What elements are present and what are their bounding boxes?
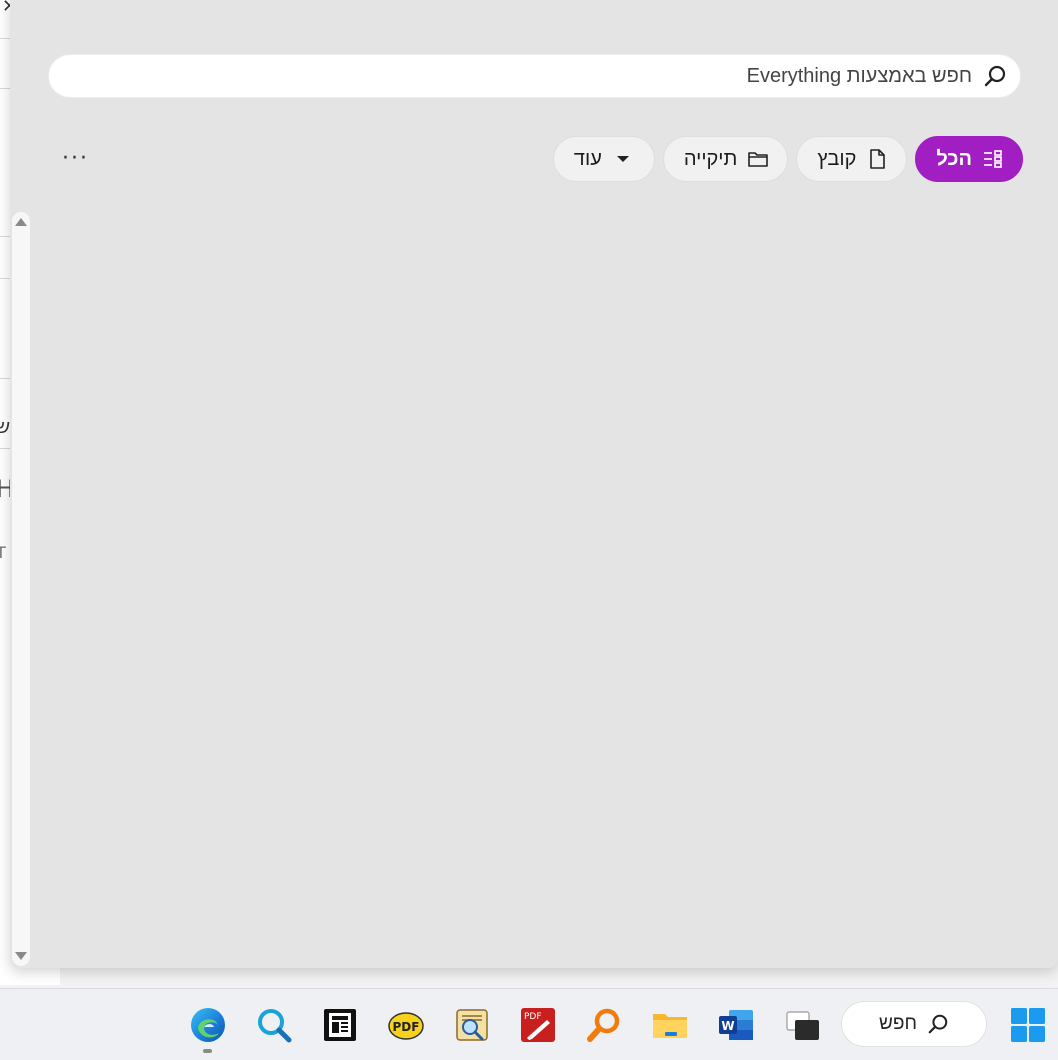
pdf-editor-icon[interactable]: PDF: [516, 1003, 560, 1047]
scroll-down-icon[interactable]: [15, 952, 27, 960]
folder-icon: [747, 148, 769, 170]
filter-file-label: קובץ: [817, 147, 857, 170]
filter-folder[interactable]: תיקייה: [662, 136, 789, 182]
taskbar-search-label: חפש: [879, 1013, 917, 1034]
word-icon[interactable]: W: [714, 1003, 758, 1047]
taskbar: PDF PDF W חפש: [0, 988, 1058, 1060]
filter-more-label: עוד: [573, 147, 602, 170]
filter-more-dropdown[interactable]: עוד: [552, 136, 655, 182]
magnifier-icon[interactable]: [582, 1003, 626, 1047]
file-explorer-icon[interactable]: [648, 1003, 692, 1047]
svg-text:PDF: PDF: [524, 1012, 542, 1022]
search-placeholder: חפש באמצעות Everything: [746, 64, 972, 87]
filter-folder-label: תיקייה: [683, 147, 738, 170]
task-view-icon[interactable]: [780, 1003, 824, 1047]
news-icon[interactable]: [318, 1003, 362, 1047]
edge-icon[interactable]: [186, 1003, 230, 1047]
more-options-button[interactable]: ···: [62, 146, 89, 171]
pdf-reader-icon[interactable]: PDF: [384, 1003, 428, 1047]
active-app-indicator: [203, 1049, 212, 1053]
search-icon: [982, 63, 1008, 89]
scroll-up-icon[interactable]: [15, 218, 27, 226]
search-icon: [927, 1013, 949, 1035]
list-icon: [982, 148, 1004, 170]
document-viewer-icon[interactable]: [450, 1003, 494, 1047]
background-text-fragment: ש: [0, 414, 11, 438]
filter-all[interactable]: הכל: [915, 136, 1023, 182]
filter-all-label: הכל: [936, 147, 972, 170]
svg-text:W: W: [721, 1019, 734, 1033]
svg-text:PDF: PDF: [393, 1020, 420, 1034]
search-flyout-panel: חפש באמצעות Everything הכל קובץ תיקייה ע…: [10, 0, 1058, 968]
caret-down-icon: [612, 148, 634, 170]
background-text-fragment: T: [0, 543, 6, 562]
search-input[interactable]: חפש באמצעות Everything: [48, 54, 1021, 98]
filter-chips: הכל קובץ תיקייה עוד: [552, 136, 1023, 182]
taskbar-search-button[interactable]: חפש: [841, 1001, 987, 1047]
results-scrollbar[interactable]: [12, 212, 30, 966]
filter-file[interactable]: קובץ: [796, 136, 908, 182]
search-app-icon[interactable]: [252, 1003, 296, 1047]
windows-start-icon[interactable]: [1006, 1003, 1050, 1047]
file-icon: [866, 148, 888, 170]
